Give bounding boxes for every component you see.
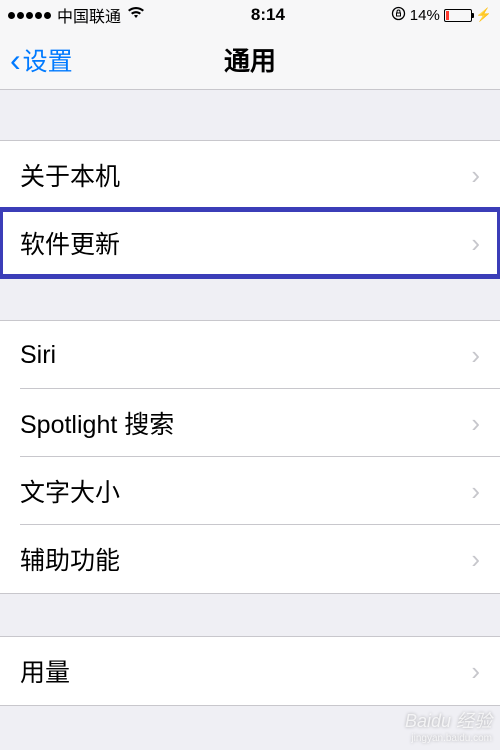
list-group-2: Siri › Spotlight 搜索 › 文字大小 › 辅助功能 › <box>0 320 500 594</box>
signal-strength-icon <box>8 12 51 19</box>
row-label: 软件更新 <box>20 225 120 261</box>
list-group-1: 关于本机 › 软件更新 › <box>0 140 500 278</box>
section-spacer <box>0 594 500 636</box>
watermark-brand: Baidu 经验 <box>405 711 492 731</box>
status-left: 中国联通 <box>8 3 145 27</box>
watermark: Baidu 经验 jingyan.baidu.com <box>405 707 492 744</box>
list-group-3: 用量 › <box>0 636 500 706</box>
chevron-right-icon: › <box>471 160 480 191</box>
row-label: Siri <box>20 341 56 370</box>
row-about[interactable]: 关于本机 › <box>0 141 500 209</box>
row-text-size[interactable]: 文字大小 › <box>0 457 500 525</box>
chevron-right-icon: › <box>471 656 480 687</box>
row-label: 文字大小 <box>20 473 120 509</box>
page-title: 通用 <box>224 41 276 78</box>
row-spotlight[interactable]: Spotlight 搜索 › <box>0 389 500 457</box>
battery-percent: 14% <box>410 7 440 24</box>
row-label: 关于本机 <box>20 157 120 193</box>
charging-icon: ⚡ <box>476 7 492 23</box>
chevron-left-icon: ‹ <box>10 44 21 76</box>
carrier-label: 中国联通 <box>57 3 121 27</box>
status-time: 8:14 <box>251 5 285 25</box>
back-label: 设置 <box>23 42 73 78</box>
row-label: Spotlight 搜索 <box>20 405 174 441</box>
watermark-url: jingyan.baidu.com <box>405 733 492 744</box>
chevron-right-icon: › <box>471 476 480 507</box>
row-software-update[interactable]: 软件更新 › <box>0 209 500 277</box>
chevron-right-icon: › <box>471 228 480 259</box>
status-bar: 中国联通 8:14 14% ⚡ <box>0 0 500 30</box>
section-spacer <box>0 90 500 140</box>
row-label: 辅助功能 <box>20 541 120 577</box>
chevron-right-icon: › <box>471 408 480 439</box>
status-right: 14% ⚡ <box>391 6 492 25</box>
chevron-right-icon: › <box>471 340 480 371</box>
row-siri[interactable]: Siri › <box>0 321 500 389</box>
battery-icon <box>444 9 472 22</box>
wifi-icon <box>127 6 145 24</box>
chevron-right-icon: › <box>471 544 480 575</box>
row-usage[interactable]: 用量 › <box>0 637 500 705</box>
row-accessibility[interactable]: 辅助功能 › <box>0 525 500 593</box>
section-spacer <box>0 278 500 320</box>
back-button[interactable]: ‹ 设置 <box>0 42 73 78</box>
row-label: 用量 <box>20 653 70 689</box>
nav-bar: ‹ 设置 通用 <box>0 30 500 90</box>
orientation-lock-icon <box>391 6 406 25</box>
